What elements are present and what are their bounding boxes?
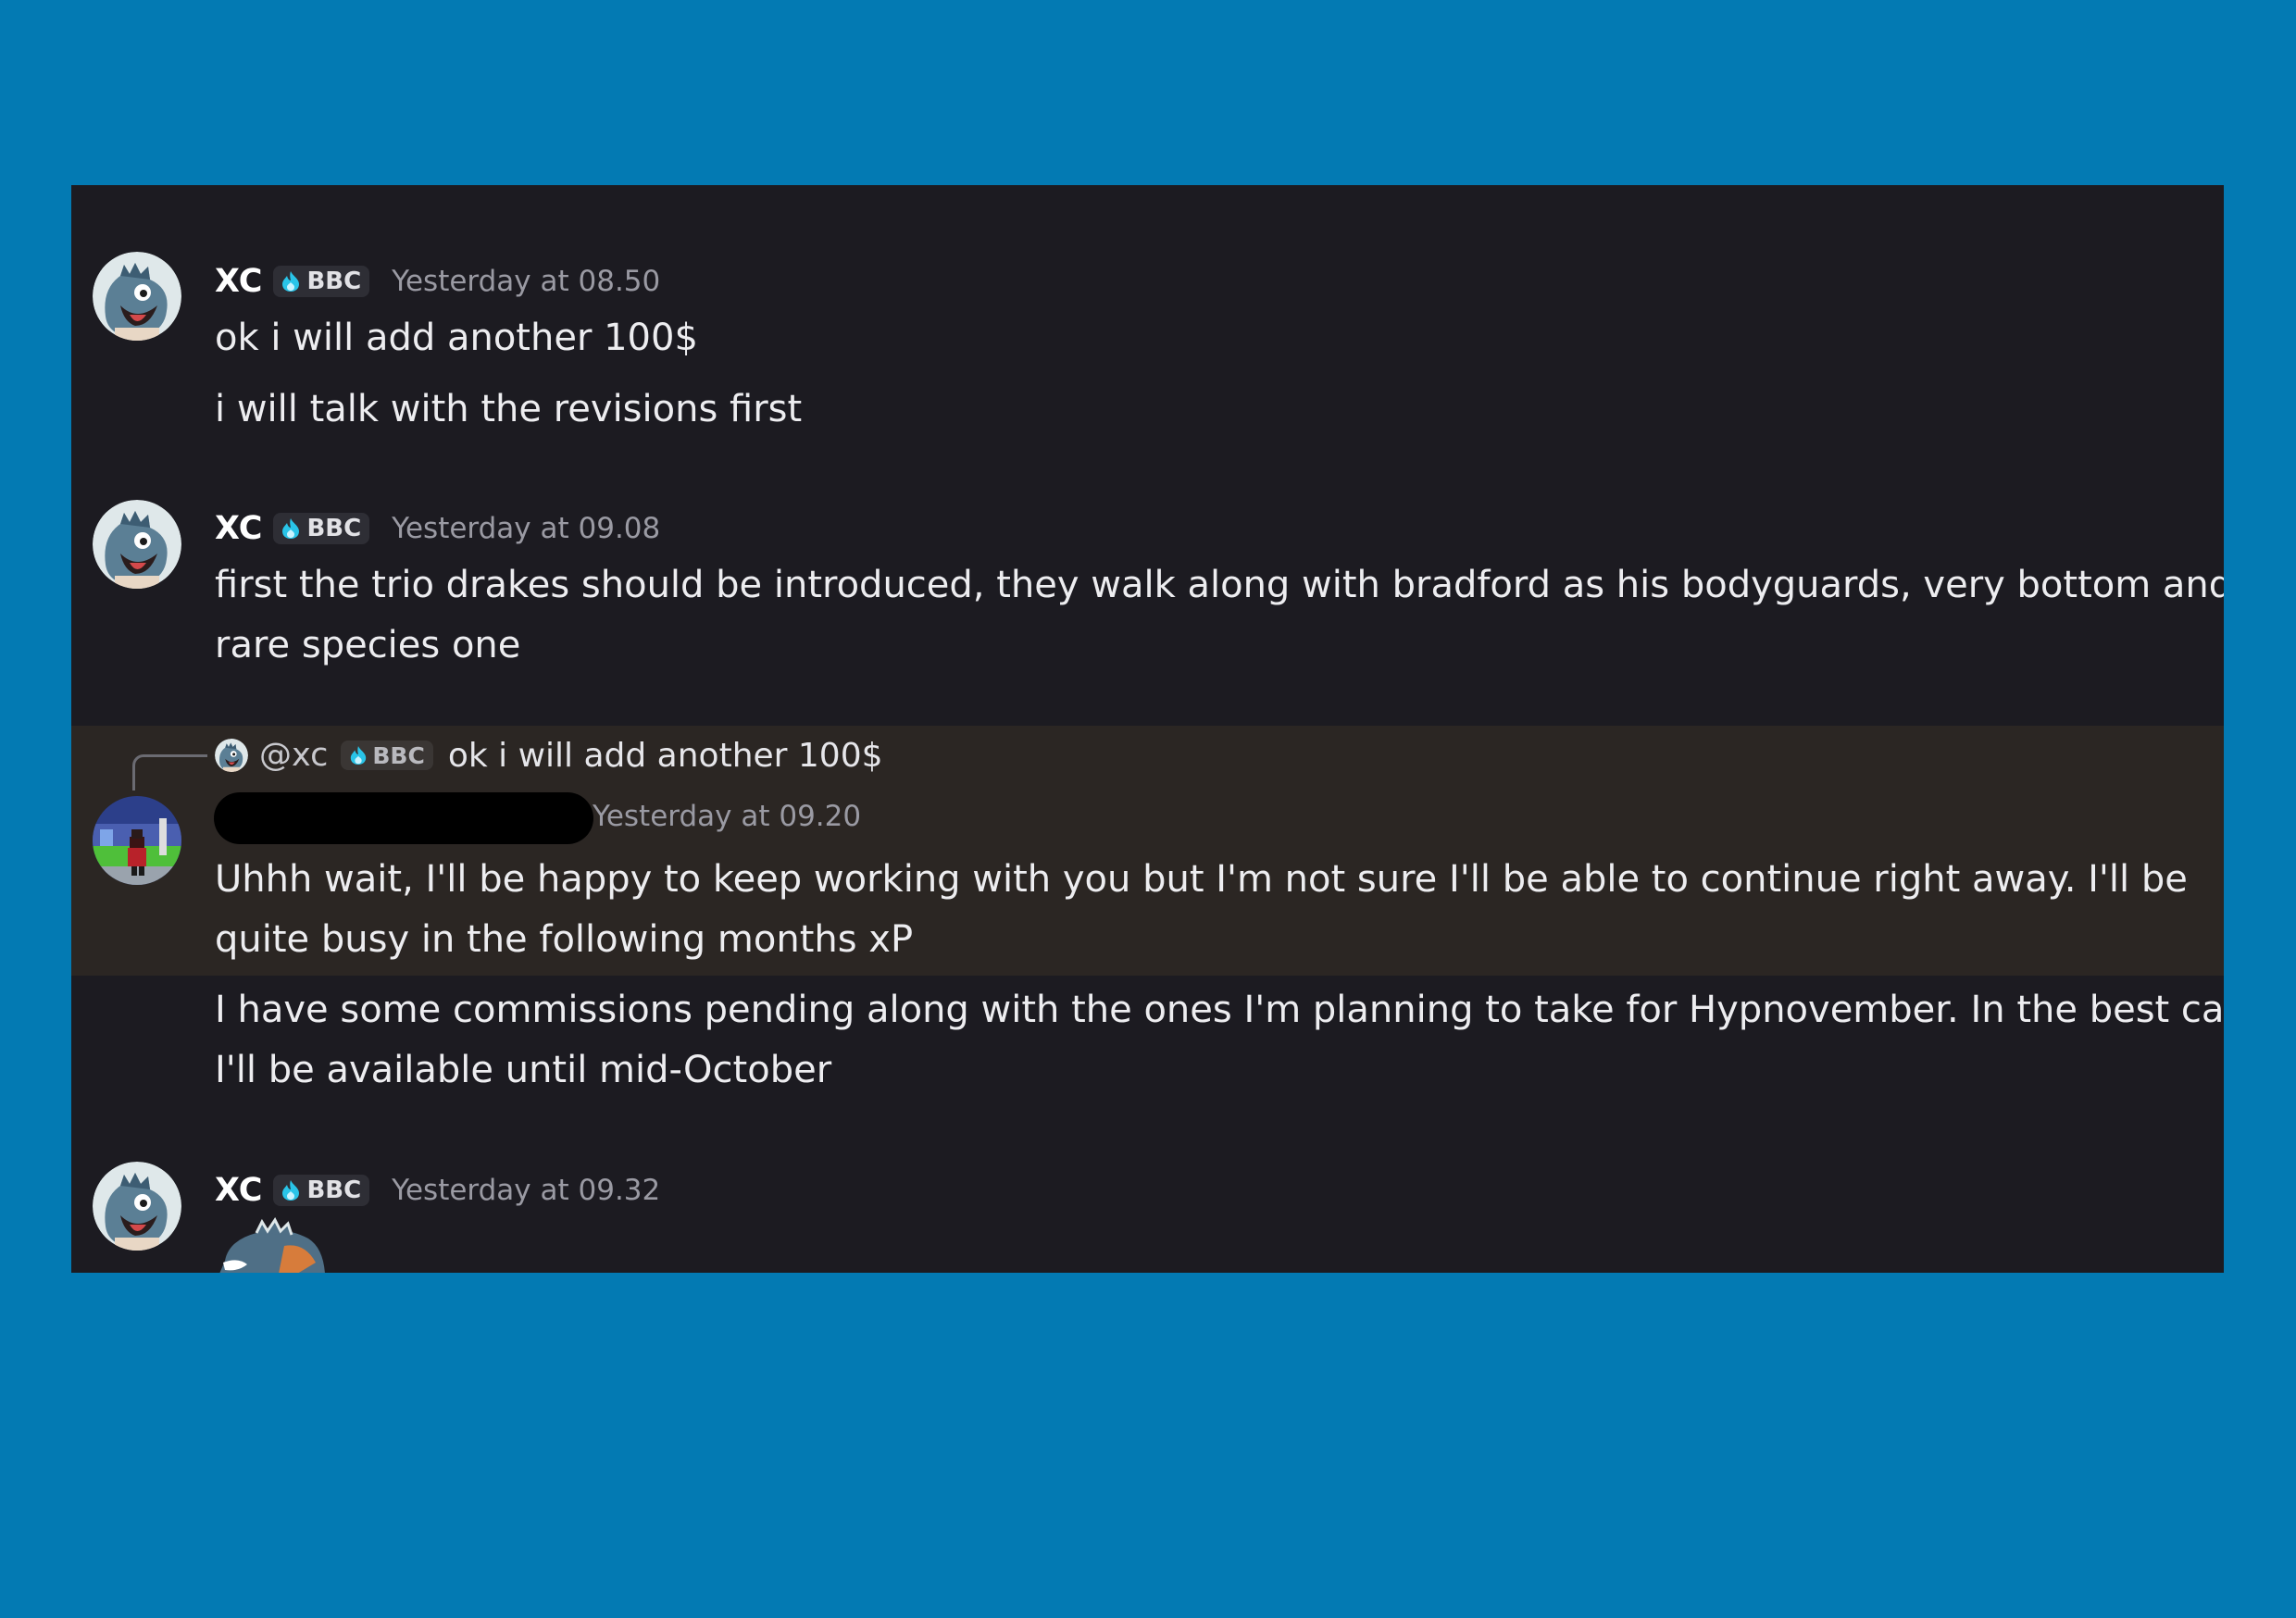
message-timestamp[interactable]: Yesterday at 09.08: [392, 512, 660, 545]
message-header: XC BBC Yesterday at 09.08: [215, 506, 660, 551]
chat-message-list[interactable]: XC BBC Yesterday at 08.50 ok i will add …: [71, 185, 2224, 1273]
message-text: rare species one: [215, 624, 521, 666]
dragon-avatar-icon: [215, 739, 248, 772]
dragon-avatar-icon: [93, 500, 181, 589]
message-text: Uhhh wait, I'll be happy to keep working…: [215, 858, 2188, 901]
reply-reference[interactable]: @xc BBC ok i will add another 100$: [215, 733, 883, 778]
server-tag-label: BBC: [306, 268, 362, 295]
message-text: ok i will add another 100$: [215, 317, 698, 359]
server-tag-badge[interactable]: BBC: [273, 266, 370, 297]
user-avatar[interactable]: [93, 500, 181, 589]
user-avatar[interactable]: [93, 252, 181, 341]
username[interactable]: XC: [215, 1172, 262, 1209]
message-timestamp[interactable]: Yesterday at 09.20: [593, 800, 861, 833]
dragon-avatar-icon: [93, 1162, 181, 1251]
server-tag-label: BBC: [306, 515, 362, 542]
dragon-avatar-icon: [93, 252, 181, 341]
message-text: I'll be available until mid-October: [215, 1049, 832, 1091]
server-tag-badge: BBC: [341, 741, 433, 770]
flame-badge-icon: [281, 270, 301, 292]
message-timestamp[interactable]: Yesterday at 09.32: [392, 1174, 660, 1207]
username[interactable]: XC: [215, 263, 262, 300]
server-tag-label: BBC: [372, 741, 425, 769]
reply-connector: [132, 754, 207, 790]
user-avatar[interactable]: [93, 796, 181, 885]
message-text: i will talk with the revisions first: [215, 388, 803, 430]
message-text: I have some commissions pending along wi…: [215, 989, 2224, 1031]
message-header: XC BBC Yesterday at 08.50: [215, 259, 660, 304]
dragon-sticker-icon[interactable]: [219, 1214, 329, 1273]
message-text: first the trio drakes should be introduc…: [215, 564, 2224, 606]
redacted-username: [214, 792, 593, 844]
server-tag-label: BBC: [306, 1176, 362, 1204]
flame-badge-icon: [349, 745, 368, 765]
reply-mention[interactable]: @xc: [259, 737, 328, 774]
server-tag-badge[interactable]: BBC: [273, 1175, 370, 1206]
message-timestamp[interactable]: Yesterday at 08.50: [392, 265, 660, 298]
user-avatar[interactable]: [93, 1162, 181, 1251]
message-text: quite busy in the following months xP: [215, 918, 914, 961]
server-tag-badge[interactable]: BBC: [273, 513, 370, 544]
flame-badge-icon: [281, 1179, 301, 1201]
message-header: XC BBC Yesterday at 09.32: [215, 1168, 660, 1213]
reply-preview-text: ok i will add another 100$: [447, 736, 883, 775]
flame-badge-icon: [281, 517, 301, 540]
username[interactable]: XC: [215, 510, 262, 547]
artist-avatar-icon: [93, 796, 181, 885]
reply-avatar: [215, 739, 248, 772]
